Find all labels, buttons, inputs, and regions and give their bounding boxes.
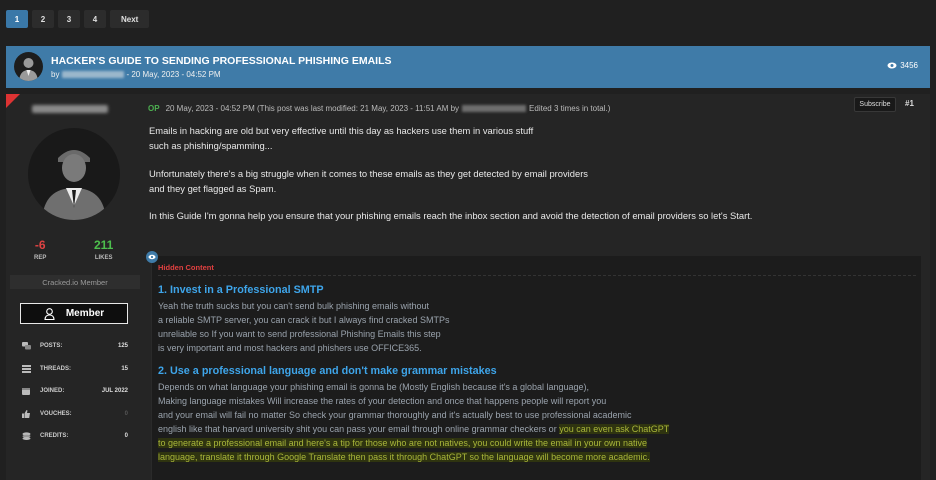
stat-vouches-label: VOUCHES:: [40, 410, 72, 417]
section-line: Making language mistakes Will increase t…: [158, 396, 607, 406]
post-author-panel: -6 REP 211 LIKES Cracked.io Member Membe…: [6, 94, 142, 480]
section-line: is very important and most hackers and p…: [158, 343, 422, 353]
section-heading: 2. Use a professional language and don't…: [158, 365, 497, 377]
stat-threads: THREADS: 15: [22, 358, 128, 381]
thumbs-up-icon: [22, 409, 34, 418]
author-avatar[interactable]: [14, 52, 43, 81]
member-badge-label: Member: [65, 308, 105, 319]
rep-label: REP: [34, 255, 47, 261]
section-line: Yeah the truth sucks but you can't send …: [158, 301, 430, 311]
post-meta-text: 20 May, 2023 - 04:52 PM (This post was l…: [165, 104, 460, 113]
stat-threads-value: 15: [121, 365, 128, 372]
next-page-button[interactable]: Next: [110, 10, 150, 28]
intro-line: such as phishing/spamming...: [149, 139, 273, 151]
rep-value: -6: [34, 238, 46, 252]
section-line-mixed: english like that harvard university shi…: [158, 424, 670, 434]
credits-icon: [22, 432, 34, 441]
stat-joined: JOINED: JUL 2022: [22, 380, 128, 403]
author-stats-list: POSTS: 125 THREADS: 15 JOINED: JUL 2022 …: [22, 335, 128, 448]
section-line: a reliable SMTP server, you can crack it…: [158, 315, 450, 325]
stat-posts-value: 125: [117, 343, 128, 350]
likes-stat[interactable]: 211 LIKES: [94, 238, 113, 261]
likes-label: LIKES: [94, 255, 113, 261]
intro-line: Unfortunately there's a big struggle whe…: [149, 168, 588, 179]
stat-vouches: VOUCHES: 0: [22, 403, 128, 426]
highlighted-text: you can even ask ChatGPT: [559, 424, 670, 434]
hidden-content-block: Hidden Content 1. Invest in a Profession…: [151, 256, 921, 480]
section-line: and your email will fail no matter So ch…: [158, 410, 632, 420]
calendar-icon: [22, 387, 34, 396]
view-count: 3456: [887, 61, 918, 70]
eye-icon: [148, 254, 156, 260]
highlighted-text: language, translate it through Google Tr…: [158, 452, 650, 462]
thread-title: HACKER'S GUIDE TO SENDING PROFESSIONAL P…: [51, 55, 392, 67]
stat-threads-label: THREADS:: [40, 365, 71, 372]
hidden-content-toggle[interactable]: [146, 251, 158, 263]
pagination: 1 2 3 4 Next: [6, 10, 150, 28]
by-label: by: [51, 70, 60, 79]
author-name-redacted[interactable]: [62, 71, 125, 78]
threads-icon: [22, 364, 34, 373]
user-outline-icon: [44, 307, 55, 320]
editor-name-redacted[interactable]: [462, 105, 527, 112]
section-heading: 1. Invest in a Professional SMTP: [158, 284, 324, 296]
post-number-link[interactable]: #1: [905, 99, 914, 108]
intro-line: and they get flagged as Spam.: [149, 182, 277, 194]
stat-joined-label: JOINED:: [40, 388, 65, 395]
author-username-redacted[interactable]: [32, 105, 108, 113]
section-line: Depends on what language your phishing e…: [158, 382, 589, 392]
thread-header: HACKER'S GUIDE TO SENDING PROFESSIONAL P…: [6, 46, 930, 88]
stat-posts-label: POSTS:: [40, 343, 63, 350]
stat-posts: POSTS: 125: [22, 335, 128, 358]
subscribe-button[interactable]: Subscribe: [854, 97, 896, 112]
op-tag: OP: [148, 104, 160, 113]
hidden-content-label: Hidden Content: [158, 263, 214, 272]
page-1-button[interactable]: 1: [6, 10, 28, 28]
divider: [158, 275, 916, 276]
post-meta: OP 20 May, 2023 - 04:52 PM (This post wa…: [148, 104, 610, 113]
highlighted-line: language, translate it through Google Tr…: [158, 452, 650, 462]
post-container: -6 REP 211 LIKES Cracked.io Member Membe…: [6, 94, 930, 480]
highlighted-line: to generate a professional email and her…: [158, 438, 647, 448]
eye-icon: [887, 62, 897, 69]
highlighted-text: to generate a professional email and her…: [158, 438, 647, 448]
user-silhouette-icon: [19, 58, 38, 81]
stat-credits-value: 0: [124, 433, 128, 440]
page-4-button[interactable]: 4: [84, 10, 106, 28]
rep-stat[interactable]: -6 REP: [34, 238, 46, 261]
section-line: unreliable so If you want to send profes…: [158, 329, 441, 339]
section-line-plain: english like that harvard university shi…: [158, 424, 560, 434]
intro-line: Emails in hacking are old but very effec…: [149, 125, 534, 136]
stat-credits-label: CREDITS:: [40, 433, 69, 440]
author-large-avatar[interactable]: [28, 128, 120, 220]
page-3-button[interactable]: 3: [58, 10, 80, 28]
stat-joined-value: JUL 2022: [101, 388, 128, 395]
stat-credits: CREDITS: 0: [22, 425, 128, 448]
page-2-button[interactable]: 2: [32, 10, 54, 28]
thread-meta: by - 20 May, 2023 - 04:52 PM: [51, 70, 221, 79]
thread-date: - 20 May, 2023 - 04:52 PM: [126, 70, 221, 79]
likes-value: 211: [94, 238, 114, 252]
intro-line: In this Guide I'm gonna help you ensure …: [149, 210, 753, 221]
views-value: 3456: [900, 61, 918, 70]
post-meta-edited: Edited 3 times in total.): [529, 104, 611, 113]
stat-vouches-value: 0: [124, 410, 128, 417]
user-silhouette-icon: [42, 150, 106, 220]
usergroup-label: Cracked.io Member: [10, 275, 140, 289]
chat-icon: [22, 342, 34, 350]
member-badge: Member: [20, 303, 128, 324]
